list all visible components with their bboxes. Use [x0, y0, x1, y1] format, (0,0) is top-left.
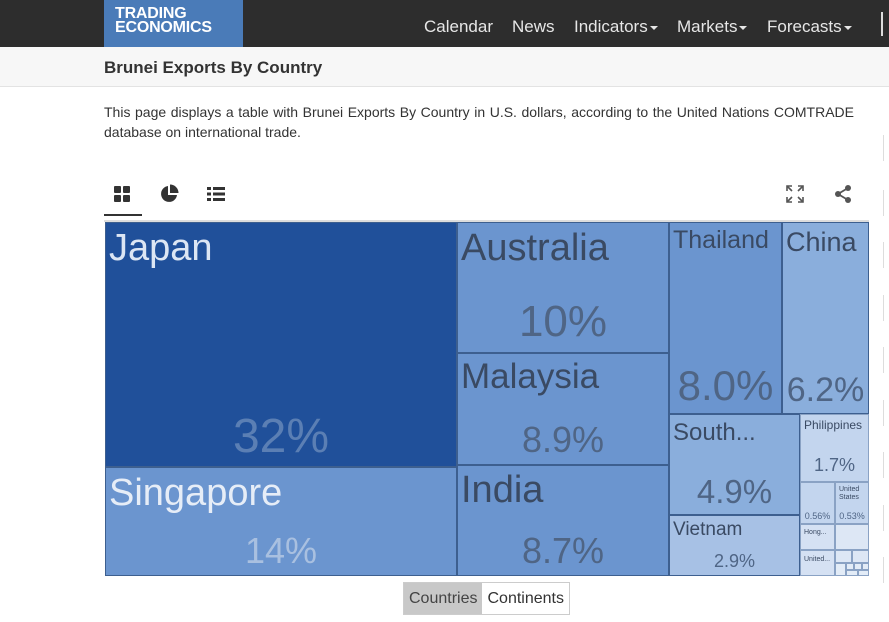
- treemap-cell-tiny[interactable]: [862, 563, 869, 570]
- treemap-cell-tiny[interactable]: [835, 550, 852, 563]
- cell-percent: 14%: [244, 530, 318, 571]
- treemap-cell-south-korea[interactable]: South... 4.9%: [669, 414, 800, 515]
- side-panel-edge: [883, 242, 889, 268]
- cell-percent: 10%: [518, 297, 608, 346]
- treemap-cell-philippines[interactable]: Philippines 1.7%: [800, 414, 869, 482]
- treemap-cell-singapore[interactable]: Singapore 14%: [105, 467, 457, 576]
- search-icon[interactable]: [881, 12, 889, 36]
- side-panel-edge: [883, 190, 889, 216]
- top-navbar: TRADING ECONOMICS Calendar News Indicato…: [0, 0, 889, 47]
- treemap-cell-tiny[interactable]: [854, 563, 862, 570]
- side-panel-edge: [883, 452, 889, 478]
- cell-name: South...: [673, 419, 756, 446]
- pie-chart-view-button[interactable]: [155, 180, 183, 208]
- treemap-cell-tiny[interactable]: [846, 563, 854, 570]
- treemap-cell-malaysia[interactable]: Malaysia 8.9%: [457, 353, 669, 465]
- cell-name: Vietnam: [673, 519, 743, 540]
- treemap-icon: [114, 186, 130, 202]
- cell-name: Singapore: [109, 472, 283, 514]
- cell-percent: 6.2%: [786, 371, 865, 409]
- expand-icon: [786, 185, 804, 203]
- cell-percent: 8.9%: [521, 419, 605, 460]
- treemap-cell-china[interactable]: China 6.2%: [782, 222, 869, 414]
- cell-name: Thailand: [673, 226, 769, 254]
- treemap-view-button[interactable]: [108, 180, 136, 208]
- cell-name: Australia: [461, 227, 609, 269]
- list-view-button[interactable]: [202, 180, 230, 208]
- cell-name: Malaysia: [461, 357, 600, 396]
- cell-percent: 0.53%: [839, 511, 865, 521]
- treemap-cell-tiny[interactable]: [852, 550, 869, 563]
- treemap-cell-tiny[interactable]: [846, 570, 858, 576]
- cell-name: China: [786, 227, 857, 257]
- pie-chart-icon: [161, 184, 179, 202]
- active-tab-indicator: [104, 214, 142, 216]
- treemap-cell-australia[interactable]: Australia 10%: [457, 222, 669, 353]
- cell-percent: 1.7%: [813, 455, 856, 475]
- cell-percent: 0.56%: [804, 511, 831, 521]
- nav-indicators-label: Indicators: [574, 17, 648, 36]
- cell-name: United States: [839, 486, 860, 501]
- list-icon: [207, 187, 225, 201]
- nav-forecasts-label: Forecasts: [767, 17, 842, 36]
- share-icon: [835, 185, 851, 203]
- side-panel-edge: [883, 347, 889, 373]
- nav-markets-label: Markets: [677, 17, 738, 36]
- chevron-down-icon: [649, 25, 658, 30]
- share-button[interactable]: [829, 180, 857, 208]
- title-bar: Brunei Exports By Country: [0, 47, 889, 87]
- side-panel-edge: [883, 135, 889, 161]
- cell-percent: 8.0%: [677, 362, 774, 409]
- treemap-cell-hong-kong[interactable]: Hong...: [800, 524, 835, 550]
- treemap-chart: Japan 32% Singapore 14% Australia 10% Ma…: [105, 222, 869, 576]
- cell-name: Hong...: [804, 529, 827, 536]
- cell-name: Japan: [109, 227, 213, 269]
- chevron-down-icon: [843, 25, 852, 30]
- treemap-cell-tiny[interactable]: [835, 563, 846, 576]
- cell-percent: 2.9%: [713, 551, 756, 571]
- grouping-toggle: Countries Continents: [403, 582, 570, 615]
- page-title: Brunei Exports By Country: [104, 58, 323, 77]
- treemap-cell-tiny[interactable]: [858, 570, 869, 576]
- countries-button[interactable]: Countries: [404, 583, 483, 614]
- treemap-cell-vietnam[interactable]: Vietnam 2.9%: [669, 515, 800, 576]
- cell-percent: 8.7%: [521, 530, 605, 571]
- side-panel-edge: [883, 505, 889, 531]
- nav-calendar[interactable]: Calendar: [424, 17, 493, 37]
- side-panel-edge: [883, 295, 889, 321]
- treemap-cell-thailand[interactable]: Thailand 8.0%: [669, 222, 782, 414]
- nav-news[interactable]: News: [512, 17, 555, 37]
- cell-name: Philippines: [804, 418, 863, 432]
- side-panel-edge: [883, 400, 889, 426]
- nav-markets[interactable]: Markets: [677, 17, 748, 37]
- treemap-cell-united-kingdom[interactable]: United...: [800, 550, 835, 576]
- side-panel-edge: [883, 557, 889, 583]
- cell-name: India: [461, 469, 544, 511]
- page-description: This page displays a table with Brunei E…: [104, 104, 854, 140]
- treemap-cell-small[interactable]: 0.56%: [800, 482, 835, 524]
- continents-button[interactable]: Continents: [482, 583, 569, 614]
- treemap-cell-united-states[interactable]: United States 0.53%: [835, 482, 869, 524]
- treemap-cell-japan[interactable]: Japan 32%: [105, 222, 457, 467]
- nav-indicators[interactable]: Indicators: [574, 17, 658, 37]
- cell-percent: 4.9%: [696, 473, 773, 510]
- chevron-down-icon: [739, 25, 748, 30]
- treemap-cell-india[interactable]: India 8.7%: [457, 465, 669, 576]
- cell-name: United...: [804, 556, 831, 563]
- nav-forecasts[interactable]: Forecasts: [767, 17, 852, 37]
- fullscreen-button[interactable]: [781, 180, 809, 208]
- cell-percent: 32%: [232, 410, 330, 463]
- treemap-cell-tiny[interactable]: [835, 524, 869, 550]
